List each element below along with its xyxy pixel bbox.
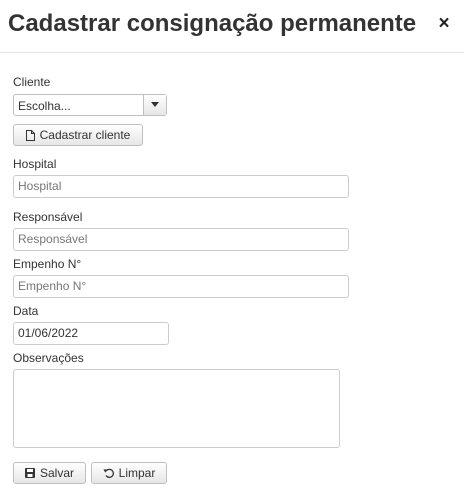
cliente-label: Cliente (13, 75, 51, 89)
cadastrar-cliente-button[interactable]: Cadastrar cliente (13, 124, 143, 146)
responsavel-label: Responsável (13, 210, 83, 224)
empenho-input[interactable]: Empenho N° (13, 275, 349, 298)
cliente-select-value: Escolha... (18, 99, 71, 113)
file-icon (25, 129, 35, 141)
floppy-disk-icon (24, 468, 35, 478)
close-button[interactable]: × (436, 14, 452, 34)
clear-label: Limpar (118, 466, 156, 480)
close-icon: × (438, 13, 450, 34)
caret-down-icon (151, 102, 159, 107)
undo-icon (103, 468, 114, 478)
hospital-input[interactable]: Hospital (13, 175, 349, 198)
responsavel-input[interactable]: Responsável (13, 228, 349, 251)
save-button[interactable]: Salvar (13, 462, 86, 484)
dropdown-toggle[interactable] (143, 95, 166, 115)
modal-title: Cadastrar consignação permanente (8, 10, 417, 37)
observacoes-textarea[interactable] (13, 369, 340, 448)
cadastrar-cliente-label: Cadastrar cliente (39, 128, 131, 142)
date-input[interactable]: 01/06/2022 (13, 322, 169, 345)
hospital-label: Hospital (13, 157, 57, 171)
empenho-label: Empenho N° (13, 257, 82, 271)
clear-button[interactable]: Limpar (91, 462, 167, 484)
data-label: Data (13, 304, 39, 318)
save-label: Salvar (39, 466, 74, 480)
observacoes-label: Observações (13, 351, 84, 365)
cliente-select[interactable]: Escolha... (13, 94, 167, 116)
modal-header: Cadastrar consignação permanente × (0, 0, 464, 53)
